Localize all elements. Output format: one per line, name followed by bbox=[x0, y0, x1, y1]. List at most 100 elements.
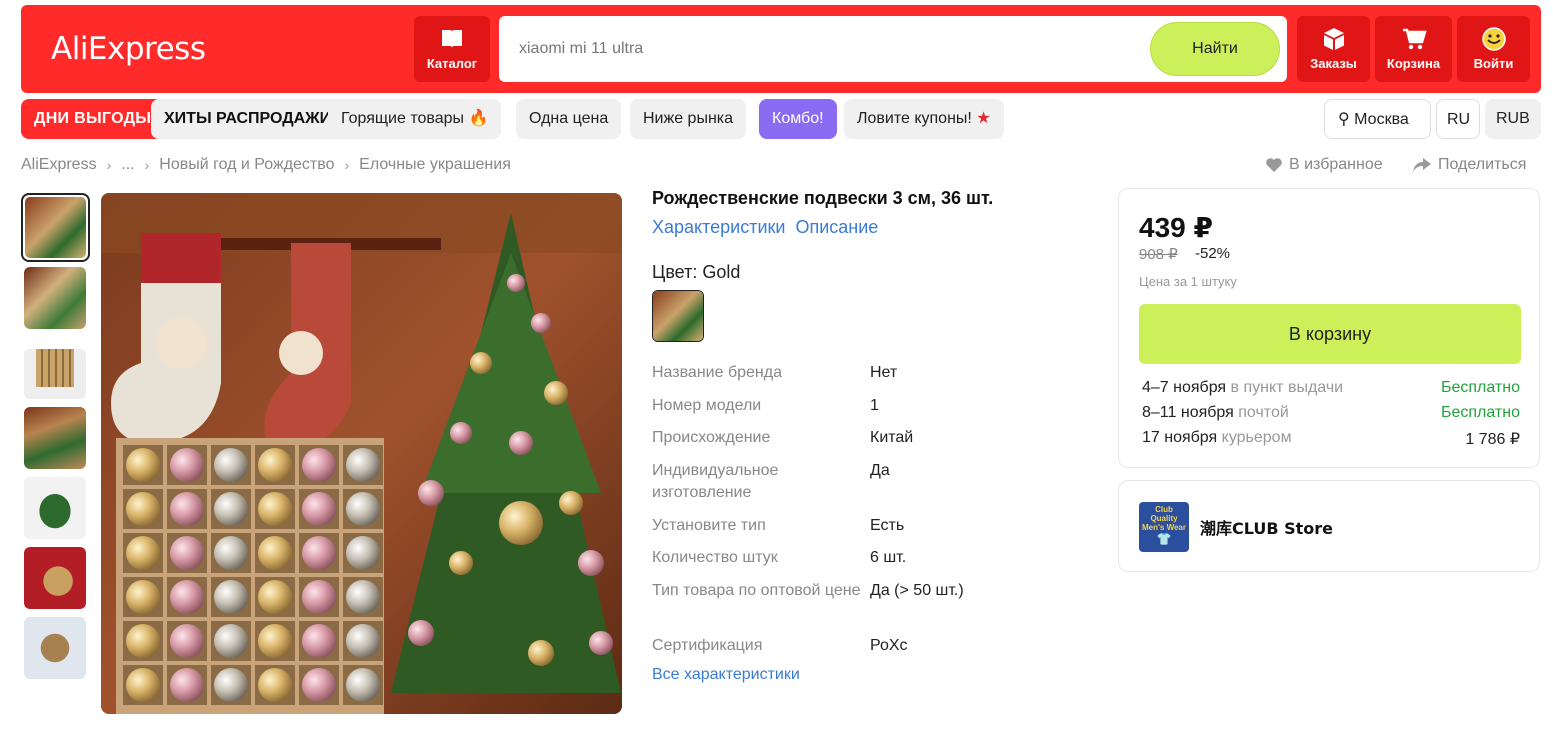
gallery-thumb[interactable] bbox=[24, 477, 86, 539]
header-bar: AliExpress Каталог Найти Заказы Корзина bbox=[21, 5, 1541, 93]
cart-button[interactable]: Корзина bbox=[1375, 16, 1452, 82]
orders-button[interactable]: Заказы bbox=[1297, 16, 1370, 82]
product-thumbnail bbox=[24, 407, 86, 469]
unit-price-note: Цена за 1 штуку bbox=[1139, 274, 1237, 289]
heart-icon bbox=[1266, 158, 1282, 172]
spec-key: Тип товара по оптовой цене bbox=[652, 582, 861, 599]
color-label: Цвет: Gold bbox=[652, 262, 741, 282]
product-main-image[interactable] bbox=[101, 193, 622, 714]
spec-key: Название бренда bbox=[652, 364, 782, 381]
delivery-row: 8–11 ноября почтой Бесплатно bbox=[1142, 404, 1520, 422]
delivery-cost: 1 786 ₽ bbox=[1465, 431, 1520, 448]
breadcrumb-item[interactable]: Елочные украшения bbox=[359, 156, 511, 174]
search-button[interactable]: Найти bbox=[1150, 22, 1280, 76]
share-button[interactable]: Поделиться bbox=[1412, 156, 1526, 174]
chip-coupons-label: Ловите купоны! bbox=[857, 110, 972, 127]
fire-icon: 🔥 bbox=[468, 110, 489, 127]
store-card[interactable]: Club Quality Men's Wear 👕 潮库CLUB Store bbox=[1118, 480, 1540, 572]
delivery-cost: Бесплатно bbox=[1440, 404, 1520, 421]
product-thumbnail bbox=[24, 349, 86, 399]
chip-hot-items[interactable]: Горящие товары 🔥 bbox=[328, 99, 502, 139]
product-title: Рождественские подвески 3 см, 36 шт. bbox=[652, 188, 994, 208]
product-photo bbox=[101, 193, 622, 714]
star-icon: ★ bbox=[976, 110, 991, 127]
delivery-date: 8–11 ноября bbox=[1142, 404, 1234, 421]
spec-key: Установите тип bbox=[652, 517, 766, 534]
breadcrumb: AliExpress › ... › Новый год и Рождество… bbox=[21, 156, 511, 174]
current-price: 439 ₽ bbox=[1139, 212, 1213, 243]
smile-icon bbox=[1481, 27, 1506, 51]
buy-box: 439 ₽ 908 ₽ -52% Цена за 1 штуку В корзи… bbox=[1118, 188, 1540, 468]
discount-badge: -52% bbox=[1195, 245, 1231, 262]
product-thumbnail bbox=[24, 477, 86, 539]
city-selector[interactable]: ⚲ Москва bbox=[1324, 99, 1431, 139]
tab-description[interactable]: Описание bbox=[795, 217, 878, 238]
spec-key: Номер модели bbox=[652, 397, 762, 414]
breadcrumb-item[interactable]: AliExpress bbox=[21, 156, 97, 174]
chip-coupons[interactable]: Ловите купоны! ★ bbox=[844, 99, 1004, 139]
breadcrumb-item[interactable]: ... bbox=[121, 156, 134, 174]
gallery-thumb[interactable] bbox=[24, 547, 86, 609]
search-input[interactable] bbox=[519, 36, 1119, 62]
breadcrumb-item[interactable]: Новый год и Рождество bbox=[159, 156, 334, 174]
gallery-thumb[interactable] bbox=[21, 193, 90, 262]
shirt-icon: 👕 bbox=[1156, 532, 1172, 546]
share-arrow-icon bbox=[1413, 158, 1431, 172]
store-logo: Club Quality Men's Wear 👕 bbox=[1139, 502, 1189, 552]
chip-deals-days[interactable]: ДНИ ВЫГОДЫ bbox=[21, 99, 165, 139]
spec-key: Количество штук bbox=[652, 549, 778, 566]
cart-label: Корзина bbox=[1386, 56, 1441, 71]
cart-icon bbox=[1402, 28, 1427, 50]
spec-value: Нет bbox=[870, 364, 898, 381]
delivery-row: 4–7 ноября в пункт выдачи Бесплатно bbox=[1142, 379, 1520, 397]
chip-sale-hits[interactable]: ХИТЫ РАСПРОДАЖИ bbox=[151, 99, 345, 139]
spec-value: Да bbox=[870, 462, 890, 479]
delivery-row: 17 ноября курьером 1 786 ₽ bbox=[1142, 429, 1520, 448]
delivery-method: почтой bbox=[1238, 404, 1289, 421]
product-tabs: Характеристики Описание bbox=[652, 217, 878, 238]
delivery-method: в пункт выдачи bbox=[1230, 379, 1344, 396]
spec-key: Происхождение bbox=[652, 429, 771, 446]
favorite-button[interactable]: В избранное bbox=[1265, 156, 1383, 174]
chip-hot-items-label: Горящие товары bbox=[341, 110, 464, 127]
product-thumbnail bbox=[25, 197, 86, 258]
chevron-right-icon: › bbox=[106, 157, 112, 173]
gallery-thumb[interactable] bbox=[24, 407, 86, 469]
catalog-label: Каталог bbox=[426, 56, 478, 71]
product-thumbnail bbox=[24, 267, 86, 329]
chevron-right-icon: › bbox=[144, 157, 150, 173]
gallery-thumb[interactable] bbox=[24, 267, 86, 329]
spec-value: 1 bbox=[870, 397, 879, 414]
old-price: 908 ₽ bbox=[1139, 246, 1178, 263]
orders-label: Заказы bbox=[1310, 56, 1357, 71]
delivery-date: 4–7 ноября bbox=[1142, 379, 1227, 396]
favorite-label: В избранное bbox=[1289, 156, 1383, 173]
catalog-button[interactable]: Каталог bbox=[414, 16, 490, 82]
all-specs-link[interactable]: Все характеристики bbox=[652, 666, 800, 684]
spec-value: Да (> 50 шт.) bbox=[870, 582, 964, 599]
spec-value: 6 шт. bbox=[870, 549, 907, 566]
search-box: Найти bbox=[499, 16, 1287, 82]
gallery-thumb[interactable] bbox=[24, 617, 86, 679]
city-label: Москва bbox=[1354, 111, 1409, 128]
store-logo-text: Club Quality Men's Wear bbox=[1142, 505, 1186, 532]
chip-combo[interactable]: Комбо! bbox=[759, 99, 837, 139]
aliexpress-logo[interactable]: AliExpress bbox=[51, 31, 206, 67]
add-to-cart-button[interactable]: В корзину bbox=[1139, 304, 1521, 364]
login-button[interactable]: Войти bbox=[1457, 16, 1530, 82]
gallery-thumb[interactable] bbox=[24, 337, 86, 399]
product-thumbnail bbox=[24, 547, 86, 609]
delivery-date: 17 ноября bbox=[1142, 429, 1218, 446]
delivery-method: курьером bbox=[1221, 429, 1292, 446]
currency-selector[interactable]: RUB bbox=[1485, 99, 1541, 139]
chip-one-price[interactable]: Одна цена bbox=[516, 99, 622, 139]
box-icon bbox=[1323, 28, 1344, 50]
store-name: 潮库CLUB Store bbox=[1200, 519, 1334, 538]
spec-value: Есть bbox=[870, 517, 905, 534]
chip-below-market[interactable]: Ниже рынка bbox=[630, 99, 747, 139]
share-label: Поделиться bbox=[1438, 156, 1527, 173]
color-swatch-gold[interactable] bbox=[652, 290, 704, 342]
tab-characteristics[interactable]: Характеристики bbox=[652, 217, 785, 238]
language-selector[interactable]: RU bbox=[1436, 99, 1480, 139]
spec-value: РоХс bbox=[870, 637, 908, 654]
